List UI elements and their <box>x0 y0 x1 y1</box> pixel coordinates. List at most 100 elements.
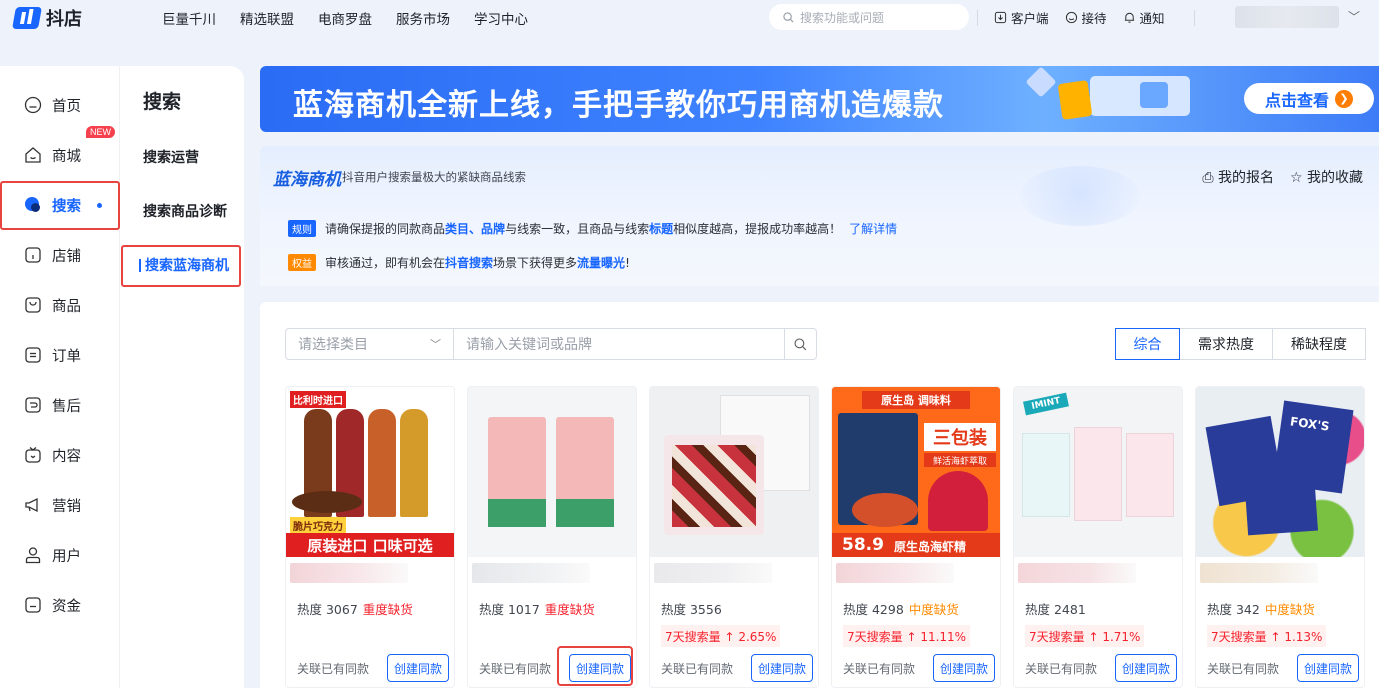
reception-label: 接待 <box>1081 11 1107 26</box>
my-favorites-label: 我的收藏 <box>1307 170 1363 186</box>
decorative-wave <box>1020 166 1140 226</box>
product-image <box>468 387 636 557</box>
sort-tabs: 综合 需求热度 稀缺程度 <box>1115 328 1366 360</box>
account-name[interactable] <box>1235 6 1339 28</box>
banner-cta-button[interactable]: 点击查看 ❯ <box>1244 83 1374 114</box>
sidebar-item-label: 售后 <box>52 398 81 415</box>
topnav-item[interactable]: 巨量千川 <box>162 8 216 28</box>
arrow-right-icon: ❯ <box>1335 89 1353 108</box>
related-link[interactable]: 关联已有同款 <box>479 660 551 677</box>
product-title-redacted <box>1018 563 1136 583</box>
category-placeholder: 请选择类目 <box>298 337 368 353</box>
info-links: ⎙ 我的报名 ☆ 我的收藏 <box>1202 167 1363 187</box>
client-button[interactable]: 客户端 <box>994 8 1049 27</box>
product-card[interactable]: 热度 1017 重度缺货 关联已有同款 创建同款 <box>467 386 637 688</box>
sidebar-item-aftersale[interactable]: 售后 <box>24 390 81 420</box>
notify-label: 通知 <box>1139 11 1165 26</box>
sidebar-item-mall[interactable]: 商城 NEW <box>24 126 115 170</box>
sidebar-item-user[interactable]: 用户 <box>24 540 81 570</box>
create-same-button[interactable]: 创建同款 <box>387 654 449 682</box>
card-footer: 关联已有同款 创建同款 <box>1207 654 1359 682</box>
my-signup-link[interactable]: ⎙ 我的报名 <box>1202 167 1274 187</box>
product-title-redacted <box>836 563 954 583</box>
sidebar-item-label: 店铺 <box>52 248 81 265</box>
top-search-input[interactable]: 搜索功能或问题 <box>769 4 969 30</box>
sort-tab-overall[interactable]: 综合 <box>1115 328 1180 360</box>
benefit-text-part: 场景下获得更多 <box>493 256 578 270</box>
bell-icon <box>1124 12 1134 23</box>
sort-tab-demand[interactable]: 需求热度 <box>1179 328 1273 360</box>
marketing-icon <box>24 496 42 514</box>
create-same-button[interactable]: 创建同款 <box>1115 654 1177 682</box>
rule-text: 请确保提报的同款商品类目、品牌与线索一致，且商品与线索标题相似度越高，提报成功率… <box>325 220 897 237</box>
shortage-badge: 中度缺货 <box>1264 602 1315 617</box>
create-same-button[interactable]: 创建同款 <box>1297 654 1359 682</box>
topnav-item[interactable]: 服务市场 <box>396 8 450 28</box>
topnav-item[interactable]: 精选联盟 <box>240 8 294 28</box>
product-card[interactable]: IMINT 热度 2481 7天搜索量 ↑ 1.71% 关联已有同款 创建同款 <box>1013 386 1183 688</box>
product-card[interactable]: 比利时进口 脆片巧克力 原装进口 口味可选 热度 3067 重度缺货 关联已有同款… <box>285 386 455 688</box>
my-favorites-link[interactable]: ☆ 我的收藏 <box>1290 167 1363 187</box>
topnav-item[interactable]: 电商罗盘 <box>318 8 372 28</box>
related-link[interactable]: 关联已有同款 <box>661 660 733 677</box>
product-card[interactable]: FOX'S 热度 342 中度缺货 7天搜索量 ↑ 1.13% 关联已有同款 创建… <box>1195 386 1365 688</box>
related-link[interactable]: 关联已有同款 <box>297 660 369 677</box>
product-icon <box>24 296 42 314</box>
sidebar-item-content[interactable]: 内容 <box>24 440 81 470</box>
info-panel: 蓝海商机 抖音用户搜索量极大的紧缺商品线索 ⎙ 我的报名 ☆ 我的收藏 规则 请… <box>260 146 1379 286</box>
subnav-item-search-ops[interactable]: 搜索运营 <box>143 147 199 167</box>
banner-illustration <box>1140 82 1168 108</box>
subnav-item-search-diagnosis[interactable]: 搜索商品诊断 <box>143 201 227 221</box>
shortage-badge: 重度缺货 <box>544 602 595 617</box>
top-nav: 巨量千川 精选联盟 电商罗盘 服务市场 学习中心 <box>162 8 552 28</box>
sidebar: 首页 商城 NEW 搜索 店铺 商品 订单 售后 内容 营销 用户 资金 搜索 … <box>0 66 244 688</box>
sidebar-item-marketing[interactable]: 营销 <box>24 490 81 520</box>
heat-info: 热度 1017 重度缺货 <box>479 599 595 618</box>
sort-tab-scarcity[interactable]: 稀缺程度 <box>1272 328 1366 360</box>
related-link[interactable]: 关联已有同款 <box>843 660 915 677</box>
rule-text-part: 请确保提报的同款商品 <box>325 222 446 236</box>
topnav-item[interactable]: 学习中心 <box>474 8 528 28</box>
chat-icon <box>1065 11 1077 24</box>
related-link[interactable]: 关联已有同款 <box>1207 660 1279 677</box>
keyword-input[interactable]: 请输入关键词或品牌 <box>453 328 785 360</box>
learn-more-link[interactable]: 了解详情 <box>849 222 897 236</box>
sidebar-item-label: 订单 <box>52 348 81 365</box>
order-icon <box>24 346 42 364</box>
rule-highlight: 类目 <box>445 222 470 236</box>
search-trend: 7天搜索量 ↑ 1.71% <box>1025 625 1145 647</box>
active-highlight-box <box>121 245 241 287</box>
sidebar-item-wallet[interactable]: 资金 <box>24 590 81 620</box>
heat-value: 热度 3067 <box>297 602 358 617</box>
category-select[interactable]: 请选择类目 ﹀ <box>285 328 454 360</box>
product-card[interactable]: 热度 3556 7天搜索量 ↑ 2.65% 关联已有同款 创建同款 <box>649 386 819 688</box>
product-title-redacted <box>290 563 408 583</box>
create-same-button[interactable]: 创建同款 <box>933 654 995 682</box>
img-text: IMINT <box>1023 392 1069 416</box>
rule-highlight: 品牌 <box>481 222 506 236</box>
img-text: 比利时进口 <box>290 391 346 408</box>
chevron-down-icon[interactable]: ﹀ <box>1348 8 1360 25</box>
img-text: 原装进口 口味可选 <box>286 533 454 557</box>
notify-button[interactable]: 通知 <box>1123 8 1165 27</box>
search-icon <box>783 11 794 23</box>
related-link[interactable]: 关联已有同款 <box>1025 660 1097 677</box>
promo-banner[interactable]: 蓝海商机全新上线，手把手教你巧用商机造爆款 点击查看 ❯ <box>260 66 1379 132</box>
img-text: 脆片巧克力 <box>290 517 346 534</box>
search-trend: 7天搜索量 ↑ 2.65% <box>661 625 781 647</box>
sidebar-item-order[interactable]: 订单 <box>24 340 81 370</box>
my-signup-label: 我的报名 <box>1217 170 1274 186</box>
product-card[interactable]: 原生岛 调味料 三包装 鲜活海虾萃取 58.9 原生岛海虾精 热度 4298 中度… <box>831 386 1001 688</box>
sidebar-item-store[interactable]: 店铺 <box>24 240 81 270</box>
app-logo[interactable]: 抖店 <box>12 5 82 31</box>
create-same-button[interactable]: 创建同款 <box>751 654 813 682</box>
sidebar-item-product[interactable]: 商品 <box>24 290 81 320</box>
img-text: 58.9 <box>842 535 884 555</box>
banner-illustration <box>1025 66 1057 98</box>
card-footer: 关联已有同款 创建同款 <box>297 654 449 682</box>
sidebar-item-home[interactable]: 首页 <box>24 90 81 120</box>
star-icon: ☆ <box>1289 170 1303 186</box>
reception-button[interactable]: 接待 <box>1065 8 1107 27</box>
product-image <box>650 387 818 557</box>
keyword-search-button[interactable] <box>784 328 817 360</box>
